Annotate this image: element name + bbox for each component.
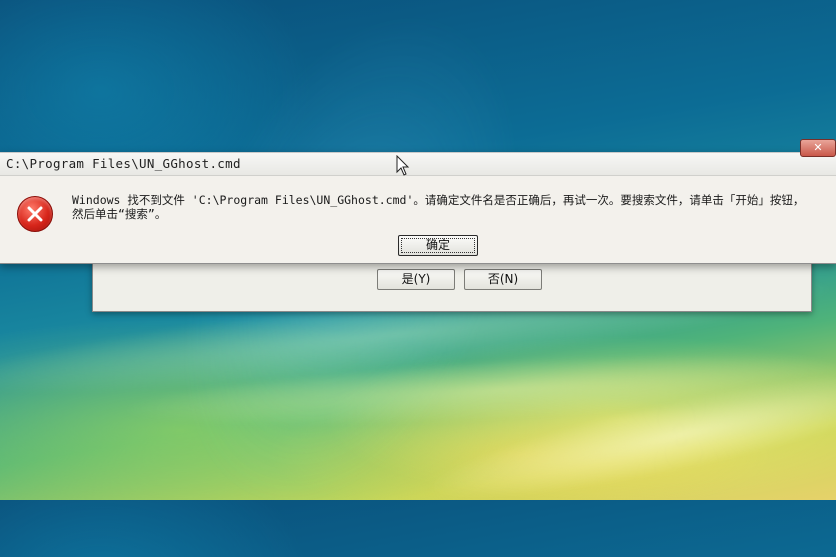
- dialog-titlebar[interactable]: C:\Program Files\UN_GGhost.cmd ✕: [0, 139, 836, 176]
- error-dialog: C:\Program Files\UN_GGhost.cmd ✕ Windows…: [0, 139, 836, 264]
- wallpaper-streak: [418, 346, 836, 524]
- yes-button[interactable]: 是(Y): [377, 269, 455, 290]
- close-button[interactable]: ✕: [800, 139, 836, 157]
- error-message-line: Windows 找不到文件 'C:\Program Files\UN_GGhos…: [72, 193, 805, 207]
- dialog-title: C:\Program Files\UN_GGhost.cmd: [6, 156, 241, 171]
- mouse-pointer-icon: [396, 155, 410, 176]
- wallpaper-streak: [118, 340, 836, 440]
- error-message: Windows 找不到文件 'C:\Program Files\UN_GGhos…: [72, 193, 832, 221]
- error-x-icon: [17, 196, 53, 232]
- error-message-line: 然后单击“搜索”。: [72, 207, 167, 221]
- no-button[interactable]: 否(N): [464, 269, 542, 290]
- ok-button[interactable]: 确定: [398, 235, 478, 256]
